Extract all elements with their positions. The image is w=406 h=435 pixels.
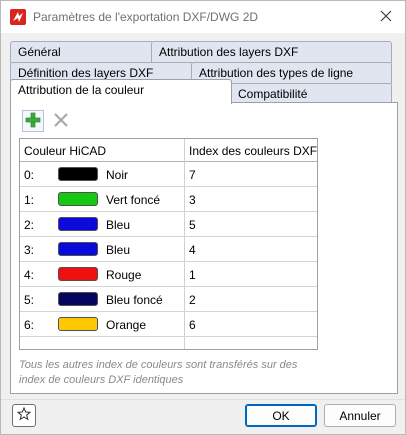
- dialog-window: Paramètres de l'exportation DXF/DWG 2D G…: [0, 0, 406, 435]
- delete-x-icon: [53, 112, 69, 131]
- color-swatch: [58, 217, 98, 231]
- color-index: 5:: [24, 293, 35, 307]
- color-index: 2:: [24, 218, 35, 232]
- tab-general[interactable]: Général: [10, 41, 154, 63]
- footer-separator: [1, 399, 405, 400]
- dxf-index-value[interactable]: 1: [189, 268, 196, 282]
- color-index: 4:: [24, 268, 35, 282]
- tab-label: Attribution des types de ligne: [199, 66, 354, 80]
- color-swatch: [58, 267, 98, 281]
- close-button[interactable]: [369, 1, 403, 33]
- color-index: 6:: [24, 318, 35, 332]
- color-name: Orange: [106, 318, 147, 332]
- table-row[interactable]: 0: Noir 7: [20, 162, 317, 187]
- tab-label: Attribution de la couleur: [18, 83, 145, 97]
- color-index: 0:: [24, 168, 35, 182]
- color-index: 3:: [24, 243, 35, 257]
- window-title: Paramètres de l'exportation DXF/DWG 2D: [33, 10, 259, 24]
- tab-label: Définition des layers DXF: [18, 66, 154, 80]
- color-name: Bleu: [106, 218, 131, 232]
- column-header-hicad-color: Couleur HiCAD: [24, 144, 107, 158]
- dxf-index-value[interactable]: 3: [189, 193, 196, 207]
- tab-color-assignment[interactable]: Attribution de la couleur: [10, 79, 232, 104]
- dxf-index-value[interactable]: 5: [189, 218, 196, 232]
- dxf-index-value[interactable]: 2: [189, 293, 196, 307]
- delete-button[interactable]: [50, 110, 72, 132]
- hicad-logo-icon: [10, 9, 26, 25]
- cancel-button[interactable]: Annuler: [324, 404, 396, 427]
- color-mapping-table: Couleur HiCAD Index des couleurs DXF 0: N…: [19, 138, 318, 350]
- table-row[interactable]: 2: Bleu 5: [20, 212, 317, 237]
- tab-label: Général: [18, 45, 61, 59]
- color-name: Rouge: [106, 268, 142, 282]
- color-swatch: [58, 242, 98, 256]
- dxf-index-value[interactable]: 6: [189, 318, 196, 332]
- color-name: Bleu foncé: [106, 293, 163, 307]
- color-swatch: [58, 192, 98, 206]
- column-header-dxf-index: Index des couleurs DXF: [189, 144, 318, 158]
- color-name: Noir: [106, 168, 129, 182]
- plus-icon: [25, 112, 41, 131]
- favorite-button[interactable]: [12, 404, 36, 427]
- title-bar: Paramètres de l'exportation DXF/DWG 2D: [1, 1, 405, 33]
- table-row[interactable]: 1: Vert foncé 3: [20, 187, 317, 212]
- table-row[interactable]: 4: Rouge 1: [20, 262, 317, 287]
- star-icon: [16, 406, 32, 424]
- color-swatch: [58, 317, 98, 331]
- tab-panel-color-assignment: Couleur HiCAD Index des couleurs DXF 0: N…: [10, 102, 398, 394]
- tab-label: Compatibilité: [238, 87, 308, 101]
- info-note: Tous les autres index de couleurs sont t…: [19, 359, 298, 386]
- color-index: 1:: [24, 193, 35, 207]
- close-icon: [380, 10, 392, 25]
- table-row[interactable]: 5: Bleu foncé 2: [20, 287, 317, 312]
- dxf-index-value[interactable]: 7: [189, 168, 196, 182]
- table-row[interactable]: 3: Bleu 4: [20, 237, 317, 262]
- ok-button[interactable]: OK: [245, 404, 317, 427]
- color-swatch: [58, 167, 98, 181]
- add-button[interactable]: [22, 110, 44, 132]
- color-name: Vert foncé: [106, 193, 161, 207]
- color-swatch: [58, 292, 98, 306]
- dxf-index-value[interactable]: 4: [189, 243, 196, 257]
- color-name: Bleu: [106, 243, 131, 257]
- table-row[interactable]: 6: Orange 6: [20, 312, 317, 337]
- tab-label: Attribution des layers DXF: [159, 45, 299, 59]
- tab-layer-assignment[interactable]: Attribution des layers DXF: [151, 41, 392, 63]
- table-header: Couleur HiCAD Index des couleurs DXF: [20, 139, 317, 162]
